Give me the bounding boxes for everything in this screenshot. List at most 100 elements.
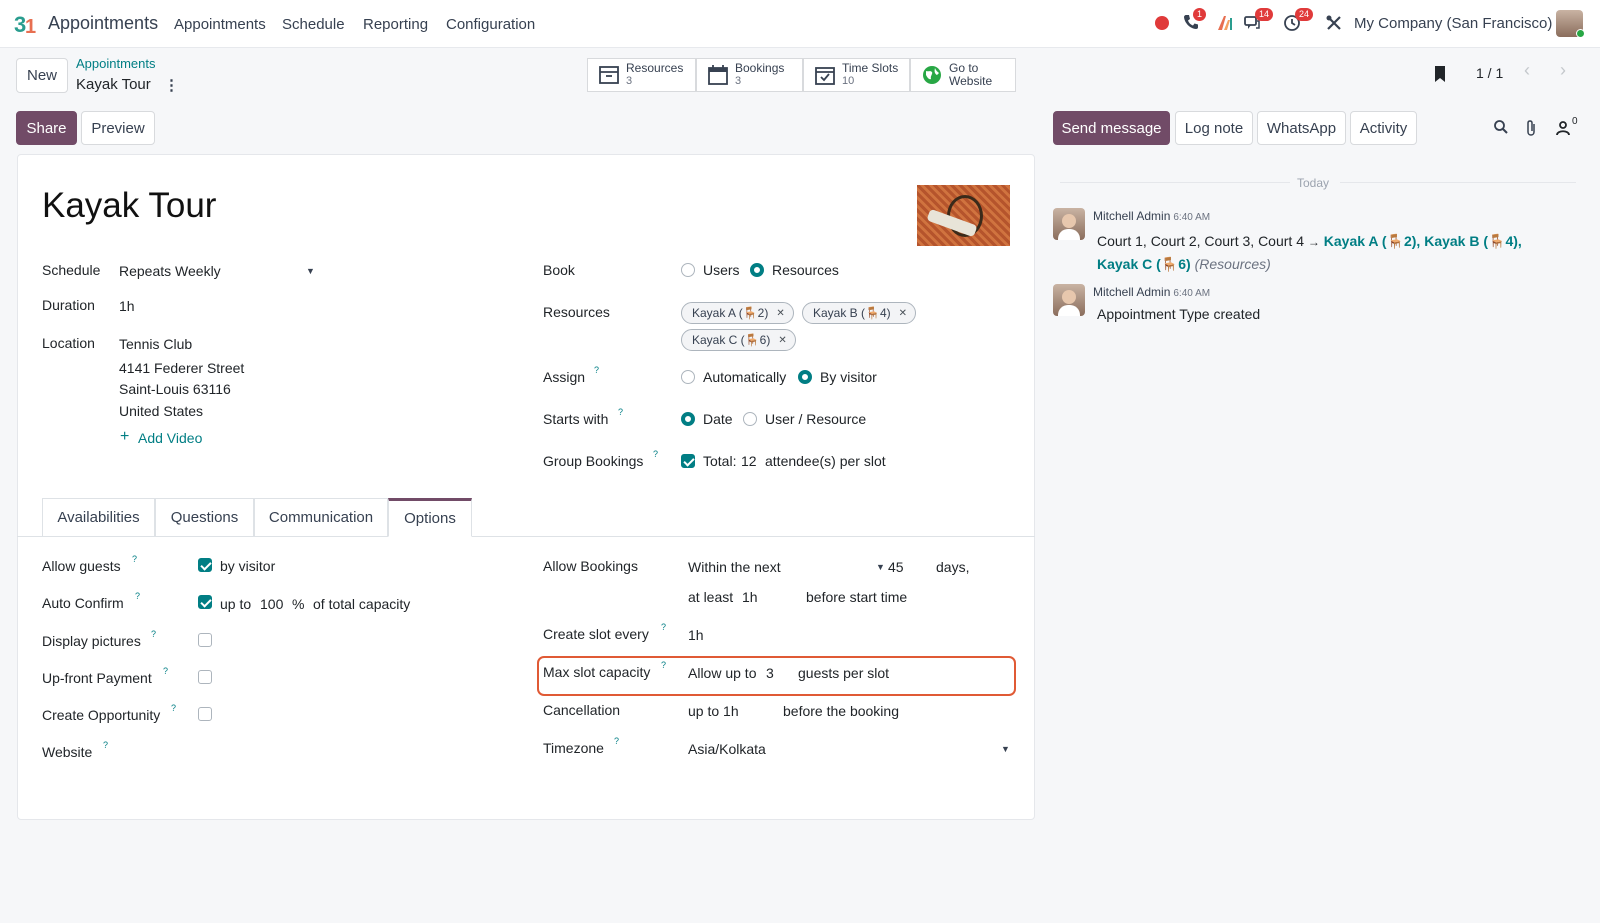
- record-title[interactable]: Kayak Tour: [42, 186, 216, 226]
- whatsapp-button[interactable]: WhatsApp: [1257, 111, 1346, 145]
- starts-user-radio[interactable]: [743, 412, 757, 426]
- help-icon[interactable]: ?: [614, 736, 619, 746]
- max-slot-capacity-field[interactable]: 3: [766, 665, 774, 681]
- location-line-4[interactable]: United States: [119, 403, 203, 419]
- tab-communication[interactable]: Communication: [254, 498, 388, 537]
- assign-by-visitor-label[interactable]: By visitor: [820, 369, 877, 385]
- resource-tag[interactable]: Kayak B (🪑 4) ✕: [802, 302, 917, 324]
- tab-availabilities[interactable]: Availabilities: [42, 498, 155, 537]
- breadcrumb-parent[interactable]: Appointments: [76, 56, 156, 71]
- schedule-dropdown-icon[interactable]: ▼: [306, 266, 315, 276]
- remove-tag-icon[interactable]: ✕: [776, 308, 784, 319]
- group-total-field[interactable]: 12: [741, 453, 757, 469]
- tab-options[interactable]: Options: [388, 498, 472, 537]
- menu-appointments[interactable]: Appointments: [174, 16, 266, 33]
- book-users-label[interactable]: Users: [703, 262, 740, 278]
- at-least-field[interactable]: 1h: [742, 589, 758, 605]
- new-value-1b: 2), Kayak B (: [1403, 233, 1489, 249]
- search-icon[interactable]: [1493, 119, 1509, 138]
- within-days-field[interactable]: 45: [888, 559, 904, 575]
- help-icon[interactable]: ?: [661, 622, 666, 632]
- help-icon[interactable]: ?: [132, 554, 137, 564]
- menu-configuration[interactable]: Configuration: [446, 16, 535, 33]
- add-video-link[interactable]: Add Video: [138, 430, 202, 446]
- new-button[interactable]: New: [16, 58, 68, 93]
- assign-automatically-label[interactable]: Automatically: [703, 369, 786, 385]
- company-switcher[interactable]: My Company (San Francisco): [1354, 15, 1552, 32]
- book-users-radio[interactable]: [681, 263, 695, 277]
- message-author[interactable]: Mitchell Admin 6:40 AM: [1093, 285, 1210, 299]
- preview-button[interactable]: Preview: [81, 111, 155, 145]
- author-avatar[interactable]: [1053, 208, 1085, 240]
- resources-smart-button[interactable]: Resources 3: [587, 58, 696, 92]
- plus-icon[interactable]: +: [120, 428, 129, 446]
- within-next-dropdown-icon[interactable]: ▼: [876, 562, 885, 572]
- timezone-dropdown-icon[interactable]: ▼: [1001, 744, 1010, 754]
- help-icon[interactable]: ?: [151, 629, 156, 639]
- location-line-3[interactable]: Saint-Louis 63116: [119, 381, 231, 397]
- author-avatar[interactable]: [1053, 284, 1085, 316]
- pager-previous-icon[interactable]: ‹: [1524, 60, 1530, 81]
- duration-field[interactable]: 1h: [119, 298, 135, 314]
- tools-icon[interactable]: [1325, 14, 1343, 35]
- help-icon[interactable]: ?: [163, 666, 168, 676]
- allow-guests-value[interactable]: by visitor: [220, 558, 275, 574]
- allow-guests-checkbox[interactable]: [198, 558, 212, 572]
- log-note-button[interactable]: Log note: [1175, 111, 1253, 145]
- time-slots-smart-button[interactable]: Time Slots 10: [803, 58, 910, 92]
- within-next-select[interactable]: Within the next: [688, 559, 781, 575]
- help-icon[interactable]: ?: [171, 703, 176, 713]
- tab-questions[interactable]: Questions: [155, 498, 254, 537]
- pager-value[interactable]: 1 / 1: [1476, 65, 1503, 81]
- help-icon[interactable]: ?: [653, 449, 658, 459]
- menu-reporting[interactable]: Reporting: [363, 16, 428, 33]
- pager-next-icon[interactable]: ›: [1560, 60, 1566, 81]
- app-name[interactable]: Appointments: [48, 13, 158, 34]
- kebab-menu-icon[interactable]: ⋮: [164, 76, 179, 94]
- record-icon[interactable]: [1155, 16, 1169, 30]
- remove-tag-icon[interactable]: ✕: [899, 308, 907, 319]
- message-author[interactable]: Mitchell Admin 6:40 AM: [1093, 209, 1210, 223]
- resource-tag[interactable]: Kayak C (🪑 6) ✕: [681, 329, 796, 351]
- display-pictures-checkbox[interactable]: [198, 633, 212, 647]
- help-icon[interactable]: ?: [594, 365, 599, 375]
- assign-automatically-radio[interactable]: [681, 370, 695, 384]
- send-message-button[interactable]: Send message: [1053, 111, 1170, 145]
- schedule-select[interactable]: Repeats Weekly: [119, 263, 221, 279]
- location-line-1[interactable]: Tennis Club: [119, 336, 192, 352]
- paperclip-icon[interactable]: [1524, 119, 1538, 140]
- help-icon[interactable]: ?: [618, 407, 623, 417]
- assign-by-visitor-radio[interactable]: [798, 370, 812, 384]
- location-line-2[interactable]: 4141 Federer Street: [119, 360, 244, 376]
- tracking-message: Court 1, Court 2, Court 3, Court 4 → Kay…: [1097, 230, 1597, 275]
- help-icon[interactable]: ?: [661, 660, 666, 670]
- bookings-smart-button[interactable]: Bookings 3: [696, 58, 803, 92]
- auto-confirm-checkbox[interactable]: [198, 595, 212, 609]
- record-image[interactable]: [917, 185, 1010, 246]
- resource-tag[interactable]: Kayak A (🪑 2) ✕: [681, 302, 794, 324]
- activity-button[interactable]: Activity: [1350, 111, 1417, 145]
- upfront-payment-checkbox[interactable]: [198, 670, 212, 684]
- help-icon[interactable]: ?: [103, 740, 108, 750]
- starts-date-label[interactable]: Date: [703, 411, 733, 427]
- create-opportunity-checkbox[interactable]: [198, 707, 212, 721]
- ai-icon[interactable]: [1216, 14, 1234, 35]
- group-bookings-checkbox[interactable]: [681, 454, 695, 468]
- help-icon[interactable]: ?: [135, 591, 140, 601]
- go-to-website-smart-button[interactable]: Go to Website: [910, 58, 1016, 92]
- book-resources-radio[interactable]: [750, 263, 764, 277]
- create-slot-every-field[interactable]: 1h: [688, 627, 704, 643]
- share-button[interactable]: Share: [16, 111, 77, 145]
- bookmark-icon[interactable]: [1432, 65, 1448, 86]
- cancellation-field[interactable]: up to 1h: [688, 703, 739, 719]
- app-logo-icon[interactable]: 31: [14, 12, 40, 38]
- message-body: Appointment Type created: [1097, 306, 1261, 322]
- auto-confirm-percent-field[interactable]: 100: [260, 596, 283, 612]
- book-resources-label[interactable]: Resources: [772, 262, 839, 278]
- remove-tag-icon[interactable]: ✕: [778, 335, 786, 346]
- starts-date-radio[interactable]: [681, 412, 695, 426]
- followers-icon[interactable]: [1555, 120, 1571, 139]
- starts-user-label[interactable]: User / Resource: [765, 411, 866, 427]
- timezone-select[interactable]: Asia/Kolkata: [688, 741, 766, 757]
- menu-schedule[interactable]: Schedule: [282, 16, 345, 33]
